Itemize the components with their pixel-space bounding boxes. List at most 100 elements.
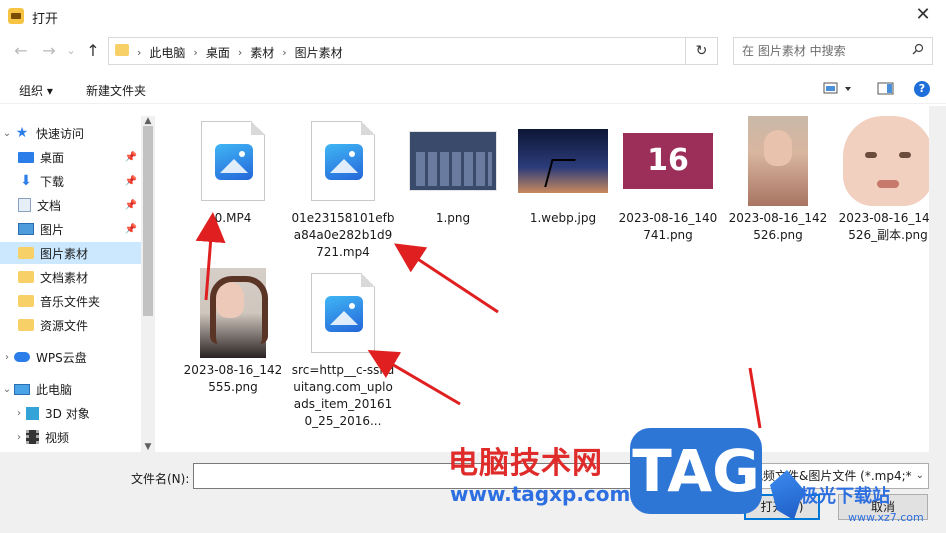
sidebar-item-wps-cloud[interactable]: › WPS云盘 — [0, 346, 141, 368]
breadcrumb-separator: › — [237, 46, 243, 59]
sidebar-item-image-material[interactable]: 图片素材 — [0, 242, 141, 264]
scroll-down-icon[interactable]: ▼ — [141, 442, 155, 452]
pin-icon: 📌 — [124, 223, 137, 235]
sidebar-item-desktop[interactable]: 桌面 📌 — [0, 146, 141, 168]
chevron-right-icon[interactable]: › — [12, 408, 26, 419]
sidebar-item-downloads[interactable]: ⬇ 下载 📌 — [0, 170, 141, 192]
file-item[interactable]: 2023-08-16_142526.png — [723, 116, 833, 244]
sidebar-item-label: 文档素材 — [40, 270, 89, 285]
search-box[interactable] — [733, 37, 933, 65]
sidebar-item-label: 文档 — [37, 198, 62, 213]
organize-menu[interactable]: 组织 ▾ — [19, 82, 53, 99]
file-item[interactable]: 0.MP4 — [178, 116, 288, 227]
file-item[interactable]: 1.png — [398, 116, 508, 227]
up-arrow-icon[interactable]: ↑ — [82, 40, 104, 62]
navigation-pane: ⌄ ★ 快速访问 桌面 📌 ⬇ 下载 📌 文档 📌 图片 📌 图片素材 文档素材… — [0, 116, 155, 452]
scroll-up-icon[interactable]: ▲ — [141, 116, 155, 126]
sidebar-item-label: 资源文件 — [40, 318, 89, 333]
sidebar-item-label: 下载 — [40, 174, 65, 189]
video-file-icon — [311, 121, 375, 201]
breadcrumb: › 此电脑 › 桌面 › 素材 › 图片素材 — [137, 44, 343, 61]
brand-watermark: 极光下载站 — [800, 486, 890, 507]
sidebar-item-pictures[interactable]: 图片 📌 — [0, 218, 141, 240]
sidebar-scrollbar[interactable]: ▲ ▼ — [141, 116, 155, 452]
desktop-icon — [18, 151, 34, 163]
file-name: 1.png — [435, 211, 471, 225]
chevron-down-icon[interactable]: ⌄ — [0, 384, 14, 395]
sidebar-item-videos[interactable]: › 视频 — [0, 426, 141, 448]
sidebar-item-label: 音乐文件夹 — [40, 294, 101, 309]
view-options-icon[interactable] — [823, 81, 853, 100]
breadcrumb-item-material[interactable]: 素材 — [250, 44, 274, 61]
search-input[interactable] — [734, 38, 904, 64]
file-item[interactable]: src=http__c-ssl.duitang.com_uploads_item… — [288, 268, 398, 430]
image-thumbnail: 16 — [623, 133, 713, 189]
chevron-down-icon[interactable]: ⌄ — [0, 128, 14, 139]
sidebar-item-document-material[interactable]: 文档素材 — [0, 266, 141, 288]
folder-icon — [18, 319, 34, 331]
image-thumbnail — [518, 129, 608, 193]
breadcrumb-item-image-material[interactable]: 图片素材 — [295, 44, 343, 61]
brand-url: www.xz7.com — [848, 511, 924, 524]
folder-icon — [18, 271, 34, 283]
back-arrow-icon[interactable]: ← — [10, 40, 32, 62]
file-name: 2023-08-16_142526.png — [728, 211, 828, 242]
new-folder-button[interactable]: 新建文件夹 — [86, 82, 146, 99]
title-bar: 打开 ✕ — [0, 0, 946, 32]
window-title: 打开 — [32, 12, 59, 27]
sidebar-item-3d-objects[interactable]: › 3D 对象 — [0, 402, 141, 424]
toolbar: 组织 ▾ 新建文件夹 ? — [0, 76, 946, 104]
sidebar-item-resource-files[interactable]: 资源文件 — [0, 314, 141, 336]
file-item[interactable]: 16 2023-08-16_140741.png — [613, 116, 723, 244]
breadcrumb-separator: › — [282, 46, 287, 59]
preview-pane-icon[interactable] — [877, 81, 895, 100]
video-file-icon — [201, 121, 265, 201]
file-item[interactable]: 2023-08-16_142526_副本.png — [833, 116, 943, 244]
file-name: 1.webp.jpg — [529, 211, 597, 225]
image-thumbnail — [843, 116, 933, 206]
forward-arrow-icon[interactable]: → — [38, 40, 60, 62]
watermark-url: www.tagxp.com — [450, 482, 631, 506]
document-icon — [18, 198, 31, 212]
chevron-right-icon[interactable]: › — [0, 352, 14, 363]
breadcrumb-item-this-pc[interactable]: 此电脑 — [149, 44, 185, 61]
sidebar-item-label: 视频 — [45, 430, 70, 445]
pin-icon: 📌 — [124, 151, 137, 163]
file-item[interactable]: 2023-08-16_142555.png — [178, 268, 288, 396]
file-name: 2023-08-16_140741.png — [618, 211, 718, 242]
cloud-icon — [14, 352, 30, 362]
sidebar-item-label: 桌面 — [40, 150, 65, 165]
pin-icon: 📌 — [124, 199, 137, 211]
file-item[interactable]: 01e23158101efba84a0e282b1d9721.mp4 — [288, 116, 398, 261]
file-name: 0.MP4 — [214, 211, 252, 225]
sidebar-item-quick-access[interactable]: ⌄ ★ 快速访问 — [0, 122, 141, 144]
help-icon[interactable]: ? — [914, 81, 930, 97]
breadcrumb-item-desktop[interactable]: 桌面 — [206, 44, 230, 61]
picture-icon — [18, 223, 34, 235]
close-icon[interactable]: ✕ — [912, 4, 934, 26]
scrollbar-thumb[interactable] — [143, 126, 153, 316]
sidebar-item-music-folder[interactable]: 音乐文件夹 — [0, 290, 141, 312]
computer-icon — [14, 383, 30, 395]
search-icon[interactable] — [912, 43, 924, 55]
image-thumbnail — [409, 131, 497, 191]
sidebar-item-label: 图片素材 — [40, 246, 89, 261]
download-icon: ⬇ — [20, 173, 32, 189]
sidebar-item-documents[interactable]: 文档 📌 — [0, 194, 141, 216]
sidebar-item-this-pc[interactable]: ⌄ 此电脑 — [0, 378, 141, 400]
chevron-down-icon[interactable]: ⌄ — [911, 464, 924, 488]
address-bar[interactable]: › 此电脑 › 桌面 › 素材 › 图片素材 ⌄ — [108, 37, 777, 65]
chevron-right-icon[interactable]: › — [12, 432, 26, 443]
image-thumbnail — [748, 116, 808, 206]
content-scrollbar[interactable] — [929, 106, 946, 452]
file-item[interactable]: 1.webp.jpg — [508, 116, 618, 227]
recent-locations-dropdown-icon[interactable]: ⌄ — [60, 40, 82, 62]
sidebar-item-label: 此电脑 — [36, 382, 73, 397]
refresh-icon[interactable]: ↻ — [686, 37, 718, 65]
video-icon — [26, 430, 39, 444]
app-icon — [8, 8, 24, 24]
video-file-icon — [311, 273, 375, 353]
file-name: 2023-08-16_142555.png — [183, 363, 283, 394]
image-thumbnail — [200, 268, 268, 358]
folder-icon — [18, 247, 34, 259]
